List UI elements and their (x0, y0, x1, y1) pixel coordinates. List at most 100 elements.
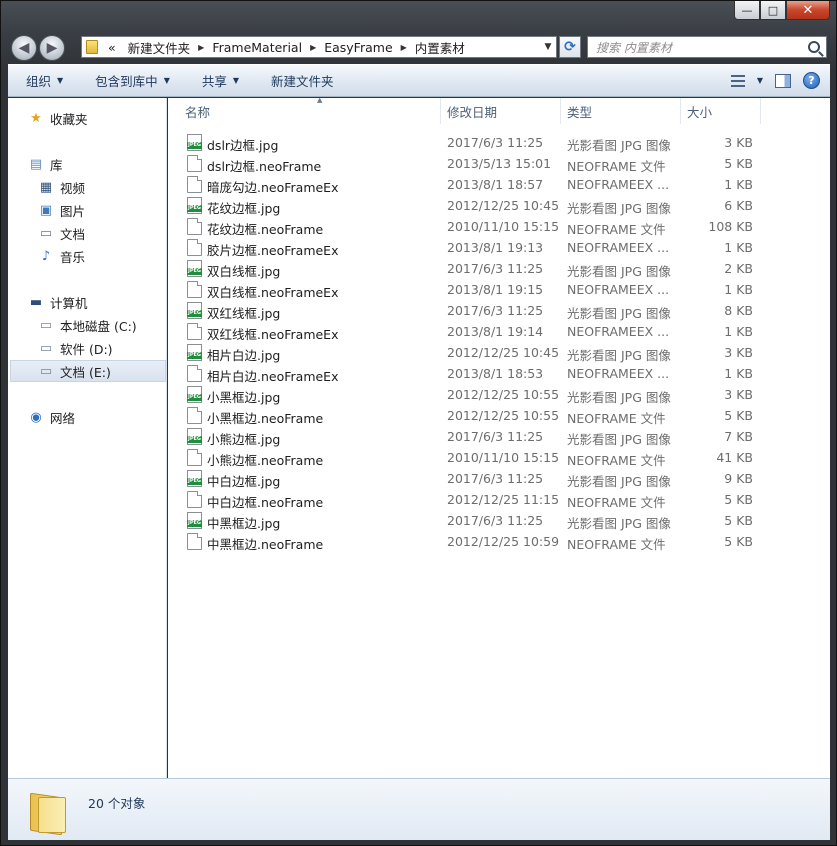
file-date: 2013/8/1 19:15 (447, 282, 544, 297)
network-icon: ◉ (30, 409, 42, 425)
file-row[interactable]: 双白线框.jpg 2017/6/3 11:25 光影看图 JPG 图像 2 KB (168, 258, 830, 279)
file-size: 1 KB (724, 282, 753, 297)
column-header-row: ▲ 名称 修改日期 类型 大小 (168, 96, 830, 124)
column-header-date[interactable]: 修改日期 (441, 98, 561, 124)
sort-ascending-icon: ▲ (317, 96, 323, 104)
file-size: 1 KB (724, 324, 753, 339)
picture-icon: ▣ (39, 202, 53, 218)
file-type: 光影看图 JPG 图像 (567, 138, 671, 153)
file-row[interactable]: 暗庞勾边.neoFrameEx 2013/8/1 18:57 NEOFRAMEEX … (168, 174, 830, 195)
maximize-button[interactable]: □ (760, 1, 786, 20)
breadcrumb-separator-icon[interactable]: ▶ (196, 43, 206, 52)
sidebar-item-drive-e[interactable]: ▭ 文档 (E:) (10, 360, 166, 382)
file-type: NEOFRAMEEX ... (567, 177, 670, 192)
jpeg-file-icon (187, 344, 202, 361)
file-type: 光影看图 JPG 图像 (567, 306, 671, 321)
explorer-window: — □ ✕ ◀ ▶ « 新建文件夹 ▶ FrameMaterial ▶ Easy… (0, 0, 837, 846)
sidebar-item-computer[interactable]: ▬ 计算机 (28, 291, 88, 313)
file-size: 5 KB (724, 156, 753, 171)
file-name: 小黑框边.jpg (207, 390, 281, 405)
sidebar-item-drive-d[interactable]: ▭ 软件 (D:) (38, 337, 113, 359)
sidebar-item-favorites[interactable]: ★ 收藏夹 (28, 107, 87, 129)
share-button[interactable]: 共享 ▼ (184, 65, 253, 96)
file-row[interactable]: 花纹边框.neoFrame 2010/11/10 15:15 NEOFRAME 文件… (168, 216, 830, 237)
preview-pane-icon[interactable] (775, 73, 791, 88)
file-row[interactable]: 相片白边.jpg 2012/12/25 10:45 光影看图 JPG 图像 3 KB (168, 342, 830, 363)
sidebar-item-label: 计算机 (50, 295, 88, 311)
file-row[interactable]: 双红线框.jpg 2017/6/3 11:25 光影看图 JPG 图像 8 KB (168, 300, 830, 321)
minimize-button[interactable]: — (734, 1, 760, 20)
column-label: 修改日期 (447, 104, 498, 120)
file-row[interactable]: 双白线框.neoFrameEx 2013/8/1 19:15 NEOFRAMEEX … (168, 279, 830, 300)
sidebar-item-label: 文档 (E:) (60, 364, 111, 380)
sidebar-item-music[interactable]: ♪ 音乐 (38, 245, 85, 267)
file-row[interactable]: 双红线框.neoFrameEx 2013/8/1 19:14 NEOFRAMEEX … (168, 321, 830, 342)
file-row[interactable]: 花纹边框.jpg 2012/12/25 10:45 光影看图 JPG 图像 6 KB (168, 195, 830, 216)
organize-button[interactable]: 组织 ▼ (8, 65, 77, 96)
file-row[interactable]: 中白边框.jpg 2017/6/3 11:25 光影看图 JPG 图像 9 KB (168, 468, 830, 489)
address-history-dropdown-icon[interactable]: ▼ (540, 42, 556, 52)
file-name: 花纹边框.jpg (207, 201, 281, 216)
search-placeholder[interactable]: 搜索 内置素材 (588, 39, 672, 56)
sidebar-item-label: 库 (50, 157, 63, 173)
sidebar-item-pictures[interactable]: ▣ 图片 (38, 199, 85, 221)
breadcrumb-item[interactable]: 新建文件夹 (122, 38, 197, 57)
folder-icon (86, 40, 98, 54)
file-row[interactable]: 胶片边框.neoFrameEx 2013/8/1 19:13 NEOFRAMEEX … (168, 237, 830, 258)
file-name: 双白线框.neoFrameEx (207, 285, 339, 300)
view-dropdown-icon[interactable]: ▼ (757, 76, 763, 85)
view-options-icon[interactable] (730, 74, 745, 87)
sidebar-item-network[interactable]: ◉ 网络 (28, 406, 75, 428)
refresh-button[interactable]: ⟳ (559, 36, 581, 58)
folder-icon (30, 791, 68, 836)
address-overflow[interactable]: « (102, 40, 122, 55)
file-row[interactable]: 小黑框边.jpg 2012/12/25 10:55 光影看图 JPG 图像 3 KB (168, 384, 830, 405)
column-label: 大小 (687, 104, 713, 120)
search-box[interactable]: 搜索 内置素材 (587, 36, 827, 58)
include-in-library-button[interactable]: 包含到库中 ▼ (77, 65, 184, 96)
file-row[interactable]: 中黑框边.jpg 2017/6/3 11:25 光影看图 JPG 图像 5 KB (168, 510, 830, 531)
forward-button[interactable]: ▶ (39, 35, 65, 61)
breadcrumb-item[interactable]: 内置素材 (409, 38, 471, 57)
sidebar-item-videos[interactable]: ▦ 视频 (38, 176, 85, 198)
file-size: 7 KB (724, 429, 753, 444)
file-row[interactable]: 中白边框.neoFrame 2012/12/25 11:15 NEOFRAME 文件… (168, 489, 830, 510)
file-row[interactable]: dslr边框.jpg 2017/6/3 11:25 光影看图 JPG 图像 3 KB (168, 132, 830, 153)
breadcrumb-item[interactable]: EasyFrame (318, 40, 398, 55)
file-row[interactable]: dslr边框.neoFrame 2013/5/13 15:01 NEOFRAME 文… (168, 153, 830, 174)
file-size: 6 KB (724, 198, 753, 213)
file-date: 2010/11/10 15:15 (447, 450, 560, 465)
item-count: 20 个对象 (88, 796, 146, 811)
sidebar-item-libraries[interactable]: ▤ 库 (28, 153, 63, 175)
file-row[interactable]: 小熊边框.jpg 2017/6/3 11:25 光影看图 JPG 图像 7 KB (168, 426, 830, 447)
breadcrumb-item[interactable]: FrameMaterial (206, 40, 308, 55)
address-bar[interactable]: « 新建文件夹 ▶ FrameMaterial ▶ EasyFrame ▶ 内置… (81, 36, 557, 58)
breadcrumb-separator-icon[interactable]: ▶ (308, 43, 318, 52)
sidebar-item-documents[interactable]: ▭ 文档 (38, 222, 85, 244)
file-name: 小熊边框.jpg (207, 432, 281, 447)
column-header-name[interactable]: ▲ 名称 (179, 96, 441, 124)
file-icon (187, 239, 202, 256)
file-type: 光影看图 JPG 图像 (567, 516, 671, 531)
column-header-size[interactable]: 大小 (681, 98, 761, 124)
file-row[interactable]: 小黑框边.neoFrame 2012/12/25 10:55 NEOFRAME 文件… (168, 405, 830, 426)
back-button[interactable]: ◀ (11, 35, 37, 61)
file-type: 光影看图 JPG 图像 (567, 348, 671, 363)
sidebar-item-drive-c[interactable]: ▭ 本地磁盘 (C:) (38, 314, 137, 336)
file-icon (187, 176, 202, 193)
new-folder-button[interactable]: 新建文件夹 (253, 65, 348, 96)
column-header-type[interactable]: 类型 (561, 98, 681, 124)
file-row[interactable]: 小熊边框.neoFrame 2010/11/10 15:15 NEOFRAME 文件… (168, 447, 830, 468)
close-button[interactable]: ✕ (786, 1, 830, 20)
breadcrumb-separator-icon[interactable]: ▶ (399, 43, 409, 52)
file-icon (187, 365, 202, 382)
file-row[interactable]: 中黑框边.neoFrame 2012/12/25 10:59 NEOFRAME 文件… (168, 531, 830, 552)
file-date: 2017/6/3 11:25 (447, 135, 544, 150)
file-icon (187, 155, 202, 172)
file-size: 1 KB (724, 240, 753, 255)
help-icon[interactable]: ? (803, 72, 820, 89)
new-folder-label: 新建文件夹 (271, 74, 334, 89)
search-icon[interactable] (808, 41, 820, 53)
file-row[interactable]: 相片白边.neoFrameEx 2013/8/1 18:53 NEOFRAMEEX … (168, 363, 830, 384)
file-list: dslr边框.jpg2017/6/3 11:25光影看图 JPG 图像3 KBd… (168, 132, 830, 552)
